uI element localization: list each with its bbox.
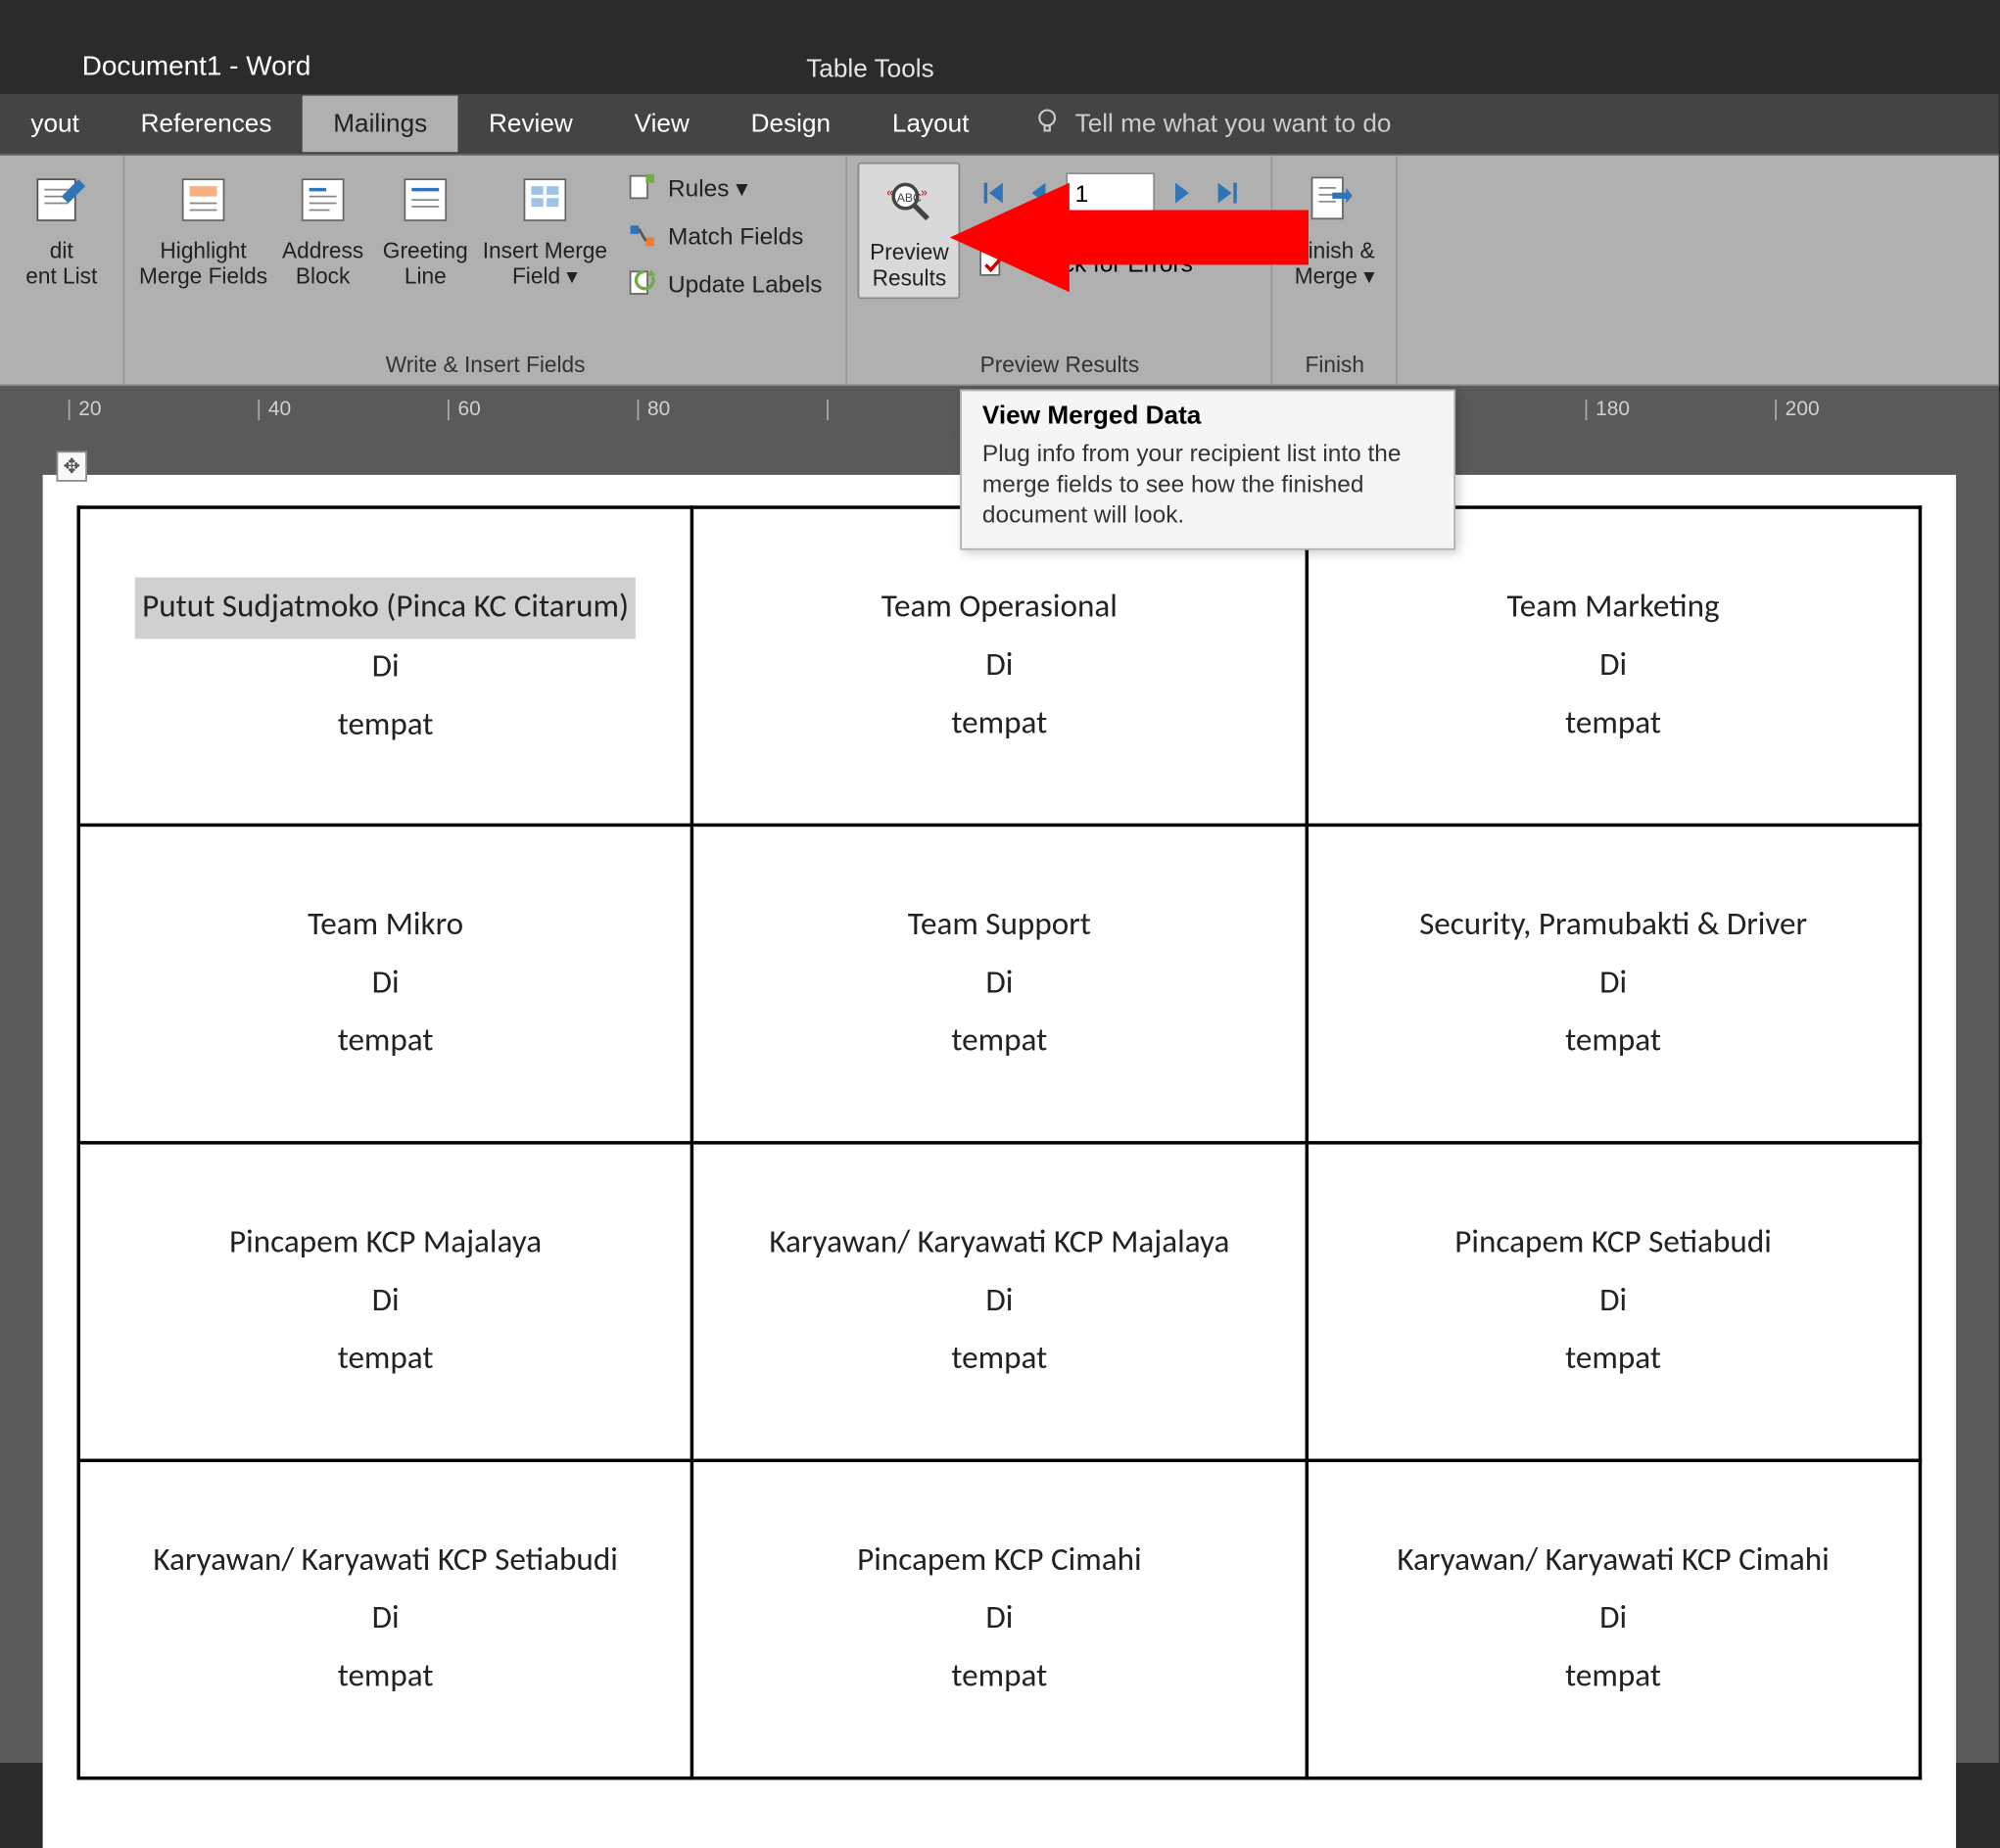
label-cell[interactable]: Karyawan/ Karyawati KCP Majalaya Di temp… — [692, 1143, 1307, 1460]
preview-results-icon: «»ABC — [879, 170, 940, 232]
address-block-label: Address Block — [282, 237, 363, 288]
highlight-icon — [172, 169, 234, 231]
group-preview-label: Preview Results — [858, 349, 1262, 381]
update-labels-button[interactable]: Update Labels — [620, 264, 829, 302]
match-fields-icon — [627, 220, 657, 251]
tab-references[interactable]: References — [110, 96, 303, 153]
table-row: Karyawan/ Karyawati KCP Setiabudi Di tem… — [78, 1460, 1920, 1777]
table-move-handle[interactable]: ✥ — [57, 450, 87, 481]
ribbon: dit ent List Highlight Merge Fields — [0, 156, 1999, 386]
lightbulb-icon — [1034, 107, 1062, 141]
tab-review[interactable]: Review — [458, 96, 604, 153]
table-row: Team Mikro Di tempat Team Support Di tem… — [78, 825, 1920, 1142]
edit-list-label: dit ent List — [25, 237, 97, 288]
tell-me-placeholder: Tell me what you want to do — [1075, 110, 1392, 139]
label-cell[interactable]: Karyawan/ Karyawati KCP Setiabudi Di tem… — [78, 1460, 692, 1777]
label-cell[interactable]: Team Mikro Di tempat — [78, 825, 692, 1142]
preview-results-label: Preview Results — [870, 239, 949, 290]
tab-design[interactable]: Design — [720, 96, 861, 153]
rules-icon — [627, 172, 657, 203]
address-block-button[interactable]: Address Block — [271, 163, 374, 296]
check-errors-icon — [977, 248, 1008, 278]
prev-record-button[interactable] — [1023, 176, 1057, 211]
first-record-button[interactable] — [977, 176, 1012, 211]
tab-layout-left[interactable]: yout — [0, 96, 110, 153]
label-cell[interactable]: Pincapem KCP Cimahi Di tempat — [692, 1460, 1307, 1777]
context-tab-label: Table Tools — [806, 55, 933, 84]
edit-recipient-list-button[interactable]: dit ent List — [10, 163, 113, 296]
finish-merge-icon — [1304, 169, 1365, 231]
document-area[interactable]: View Merged Data Plug info from your rec… — [0, 438, 1999, 1763]
label-cell[interactable]: Team Support Di tempat — [692, 825, 1307, 1142]
label-cell[interactable]: Team Marketing Di tempat — [1307, 507, 1921, 825]
label-cell[interactable]: Putut Sudjatmoko (Pinca KC Citarum) Di t… — [78, 507, 692, 825]
svg-text:»: » — [922, 186, 929, 200]
highlight-label: Highlight Merge Fields — [139, 237, 267, 288]
preview-results-tooltip: View Merged Data Plug info from your rec… — [960, 390, 1455, 549]
last-record-button[interactable] — [1210, 176, 1244, 211]
label-cell[interactable]: Security, Pramubakti & Driver Di tempat — [1307, 825, 1921, 1142]
finish-merge-button[interactable]: Finish & Merge ▾ — [1283, 163, 1386, 298]
highlight-merge-fields-button[interactable]: Highlight Merge Fields — [135, 163, 272, 296]
tab-view[interactable]: View — [603, 96, 720, 153]
label-table[interactable]: Putut Sudjatmoko (Pinca KC Citarum) Di t… — [76, 505, 1922, 1779]
tab-layout[interactable]: Layout — [862, 96, 1000, 153]
check-for-errors-button[interactable]: Check for Errors — [971, 244, 1251, 281]
group-write-insert-label: Write & Insert Fields — [135, 349, 836, 381]
title-bar: Document1 - Word Table Tools — [0, 0, 1999, 94]
window-title: Document1 - Word — [0, 53, 310, 83]
match-fields-button[interactable]: Match Fields — [620, 217, 829, 255]
address-block-icon — [292, 169, 354, 231]
group-finish-label: Finish — [1283, 349, 1386, 381]
table-row: Putut Sudjatmoko (Pinca KC Citarum) Di t… — [78, 507, 1920, 825]
label-cell[interactable]: Pincapem KCP Setiabudi Di tempat — [1307, 1143, 1921, 1460]
edit-list-icon — [30, 169, 92, 231]
update-labels-icon — [627, 268, 657, 299]
label-cell[interactable]: Pincapem KCP Majalaya Di tempat — [78, 1143, 692, 1460]
greeting-line-label: Greeting Line — [383, 237, 468, 288]
insert-merge-field-label: Insert Merge Field ▾ — [483, 237, 607, 290]
insert-merge-field-icon — [514, 169, 576, 231]
insert-merge-field-button[interactable]: Insert Merge Field ▾ — [477, 163, 614, 298]
label-cell[interactable]: Karyawan/ Karyawati KCP Cimahi Di tempat — [1307, 1460, 1921, 1777]
greeting-line-icon — [395, 169, 456, 231]
tell-me-search[interactable]: Tell me what you want to do — [1034, 107, 1392, 141]
ribbon-tab-strip: yout References Mailings Review View Des… — [0, 94, 1999, 156]
tooltip-body: Plug info from your recipient list into … — [982, 438, 1433, 531]
finish-merge-label: Finish & Merge ▾ — [1295, 237, 1375, 290]
rules-button[interactable]: Rules ▾ — [620, 169, 829, 207]
document-page[interactable]: ✥ Putut Sudjatmoko (Pinca KC Citarum) Di… — [43, 475, 1956, 1848]
preview-results-button[interactable]: «»ABC Preview Results — [858, 163, 961, 300]
table-row: Pincapem KCP Majalaya Di tempat Karyawan… — [78, 1143, 1920, 1460]
tooltip-title: View Merged Data — [982, 402, 1433, 431]
svg-text:ABC: ABC — [897, 191, 922, 205]
greeting-line-button[interactable]: Greeting Line — [374, 163, 477, 296]
tab-mailings[interactable]: Mailings — [303, 96, 458, 153]
next-record-button[interactable] — [1166, 176, 1200, 211]
label-cell[interactable]: Team Operasional Di tempat — [692, 507, 1307, 825]
record-number-input[interactable] — [1067, 172, 1156, 213]
